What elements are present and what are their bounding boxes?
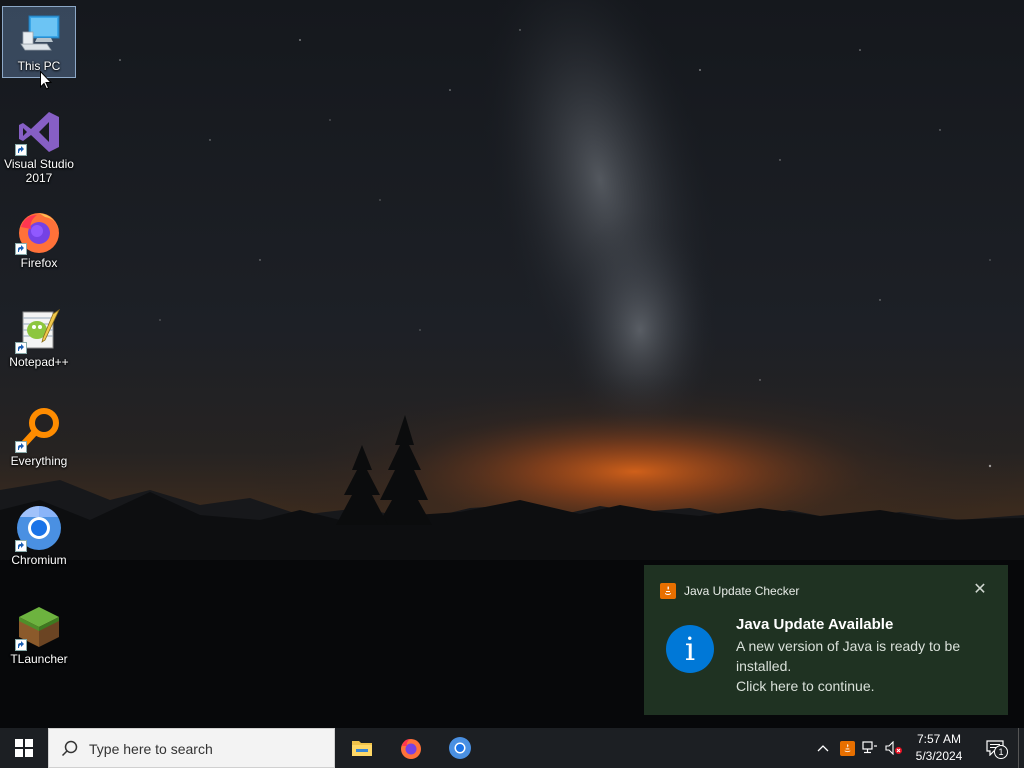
info-icon: i — [666, 625, 714, 673]
notification-count-badge: 1 — [994, 745, 1008, 759]
desktop-icon-tlauncher[interactable]: TLauncher — [2, 600, 76, 672]
taskbar-firefox[interactable] — [387, 728, 435, 768]
shortcut-arrow-icon — [15, 243, 27, 255]
desktop-icon-chromium[interactable]: Chromium — [2, 501, 76, 573]
notification-app-header: Java Update Checker — [660, 583, 799, 599]
desktop-icon-label: Everything — [10, 454, 68, 468]
search-placeholder: Type here to search — [89, 741, 213, 757]
file-explorer-icon — [352, 741, 372, 756]
notification-body: A new version of Java is ready to be ins… — [736, 636, 991, 696]
tray-volume[interactable] — [884, 728, 904, 768]
desktop-icon-firefox[interactable]: Firefox — [2, 204, 76, 276]
desktop-icon-visual-studio[interactable]: Visual Studio 2017 — [2, 105, 76, 185]
action-center-button[interactable]: 1 — [980, 728, 1010, 768]
network-icon — [862, 741, 877, 754]
tlauncher-icon — [15, 603, 63, 651]
chevron-up-icon — [817, 745, 829, 752]
volume-muted-icon — [885, 741, 902, 755]
desktop-icon-label: This PC — [17, 59, 61, 73]
java-icon — [660, 583, 676, 599]
windows-logo-icon — [15, 739, 33, 757]
shortcut-arrow-icon — [15, 342, 27, 354]
desktop-icon-label: Chromium — [11, 553, 67, 567]
search-box[interactable]: Type here to search — [48, 728, 335, 768]
chromium-icon — [15, 504, 63, 552]
taskbar-clock[interactable]: 7:57 AM 5/3/2024 — [908, 731, 970, 765]
notification-message: A new version of Java is ready to be ins… — [736, 638, 961, 674]
start-button[interactable] — [0, 728, 48, 768]
notification-app-name: Java Update Checker — [684, 584, 800, 598]
show-desktop-button[interactable] — [1018, 728, 1024, 768]
shortcut-arrow-icon — [15, 144, 27, 156]
desktop-icon-this-pc[interactable]: This PC — [2, 6, 76, 78]
shortcut-arrow-icon — [15, 540, 27, 552]
show-hidden-icons-button[interactable] — [814, 728, 832, 768]
visual-studio-icon — [15, 108, 63, 156]
notepad-plus-plus-icon — [15, 306, 63, 354]
desktop-icon-label: TLauncher — [10, 652, 68, 666]
firefox-icon — [15, 207, 63, 255]
notification-title: Java Update Available — [736, 616, 894, 633]
shortcut-arrow-icon — [15, 441, 27, 453]
desktop-icon-label: Firefox — [20, 256, 58, 270]
desktop-icon-label: Visual Studio 2017 — [4, 157, 74, 185]
notification-action-link[interactable]: Click here to continue. — [736, 676, 991, 696]
java-icon — [839, 740, 855, 756]
shortcut-arrow-icon — [15, 639, 27, 651]
clock-date: 5/3/2024 — [915, 749, 963, 763]
tray-java-update[interactable] — [838, 728, 856, 768]
desktop-icon-label: Notepad++ — [9, 355, 69, 369]
taskbar: Type here to search 7:57 AM 5/3/2024 1 — [0, 728, 1024, 768]
desktop-icon-notepad-plus-plus[interactable]: Notepad++ — [2, 303, 76, 375]
desktop-icon-everything[interactable]: Everything — [2, 402, 76, 474]
everything-search-icon — [15, 405, 63, 453]
tray-network[interactable] — [861, 728, 879, 768]
firefox-icon — [401, 739, 421, 759]
chromium-icon — [449, 737, 471, 759]
taskbar-chromium[interactable] — [436, 728, 484, 768]
mouse-cursor-icon — [40, 71, 52, 90]
taskbar-file-explorer[interactable] — [338, 728, 386, 768]
close-icon[interactable]: ✕ — [972, 582, 988, 598]
clock-time: 7:57 AM — [916, 732, 962, 746]
search-icon — [61, 740, 78, 757]
notification-toast[interactable]: Java Update Checker ✕ i Java Update Avai… — [644, 565, 1008, 715]
computer-icon — [15, 10, 63, 58]
